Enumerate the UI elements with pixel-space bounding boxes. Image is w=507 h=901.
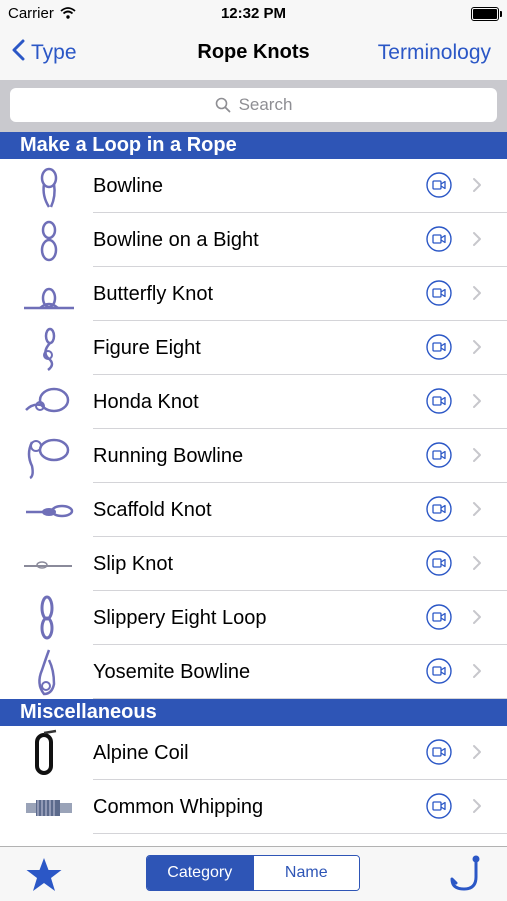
knot-thumbnail-icon (43, 327, 56, 371)
chevron-right-icon (472, 339, 482, 360)
knot-thumbnail-icon (26, 800, 72, 816)
knot-name: Running Bowline (93, 445, 244, 467)
knot-thumbnail-icon (24, 561, 72, 569)
knot-thumbnail-icon (27, 438, 70, 480)
knot-name: Common Whipping (93, 796, 264, 818)
knot-name: Bowline on a Bight (93, 229, 259, 251)
knot-thumbnail-icon (40, 595, 54, 640)
chevron-right-icon (472, 393, 482, 414)
chevron-right-icon (472, 177, 482, 198)
video-icon[interactable] (426, 280, 452, 306)
list-item[interactable]: Scaffold Knot (0, 483, 507, 537)
knot-thumbnail-icon (40, 167, 58, 208)
search-placeholder: Search (238, 95, 293, 114)
video-icon[interactable] (426, 496, 452, 522)
chevron-right-icon (472, 798, 482, 819)
battery-icon (471, 7, 502, 21)
video-icon[interactable] (426, 658, 452, 684)
segment-category[interactable]: Category (147, 856, 253, 890)
search-input[interactable]: Search (10, 88, 497, 122)
video-icon[interactable] (426, 442, 452, 468)
knot-thumbnail-icon (26, 504, 74, 518)
section-header: Miscellaneous (0, 699, 507, 726)
video-icon[interactable] (426, 226, 452, 252)
knot-name: Alpine Coil (93, 742, 189, 764)
video-icon[interactable] (426, 793, 452, 819)
row-divider (93, 833, 507, 834)
video-icon[interactable] (426, 334, 452, 360)
hook-icon[interactable] (445, 855, 485, 900)
knot-thumbnail-icon (25, 387, 70, 413)
list-item[interactable]: Figure Eight (0, 321, 507, 375)
knot-name: Figure Eight (93, 337, 201, 359)
list-item[interactable]: Alpine Coil (0, 726, 507, 780)
knot-name: Bowline (93, 175, 164, 197)
navigation-bar: Type Rope Knots Terminology (0, 28, 507, 80)
list-item[interactable]: Yosemite Bowline (0, 645, 507, 699)
video-icon[interactable] (426, 739, 452, 765)
search-icon (215, 97, 230, 113)
terminology-button[interactable]: Terminology (378, 41, 491, 65)
knot-thumbnail-icon (35, 729, 57, 775)
segment-name[interactable]: Name (252, 856, 359, 890)
list-item[interactable]: Slippery Eight Loop (0, 591, 507, 645)
chevron-right-icon (472, 285, 482, 306)
knot-thumbnail-icon (24, 287, 74, 310)
knot-name: Scaffold Knot (93, 499, 212, 521)
knot-name: Yosemite Bowline (93, 661, 251, 683)
chevron-right-icon (472, 447, 482, 468)
section-header: Make a Loop in a Rope (0, 132, 507, 159)
video-icon[interactable] (426, 550, 452, 576)
list-item[interactable]: Honda Knot (0, 375, 507, 429)
knot-name: Slippery Eight Loop (93, 607, 267, 629)
video-icon[interactable] (426, 604, 452, 630)
list-item[interactable]: Running Bowline (0, 429, 507, 483)
knot-name: Slip Knot (93, 553, 174, 575)
bottom-toolbar: Category Name (0, 846, 507, 901)
knot-thumbnail-icon (40, 220, 58, 262)
knot-thumbnail-icon (38, 649, 56, 696)
search-bar: Search (0, 80, 507, 132)
chevron-right-icon (472, 609, 482, 630)
chevron-right-icon (472, 555, 482, 576)
knot-name: Honda Knot (93, 391, 199, 413)
video-icon[interactable] (426, 388, 452, 414)
clock: 12:32 PM (220, 5, 287, 22)
chevron-right-icon (472, 231, 482, 252)
list-item[interactable]: Slip Knot (0, 537, 507, 591)
list-item[interactable]: Butterfly Knot (0, 267, 507, 321)
chevron-right-icon (472, 744, 482, 765)
star-icon[interactable] (25, 857, 63, 898)
list-item[interactable]: Bowline on a Bight (0, 213, 507, 267)
knot-name: Butterfly Knot (93, 283, 214, 305)
list-item[interactable]: Common Whipping (0, 780, 507, 834)
chevron-right-icon (472, 501, 482, 522)
sort-segmented-control: Category Name (146, 855, 360, 891)
video-icon[interactable] (426, 172, 452, 198)
list-item[interactable]: Bowline (0, 159, 507, 213)
chevron-right-icon (472, 663, 482, 684)
status-bar: Carrier 12:32 PM (0, 0, 507, 28)
